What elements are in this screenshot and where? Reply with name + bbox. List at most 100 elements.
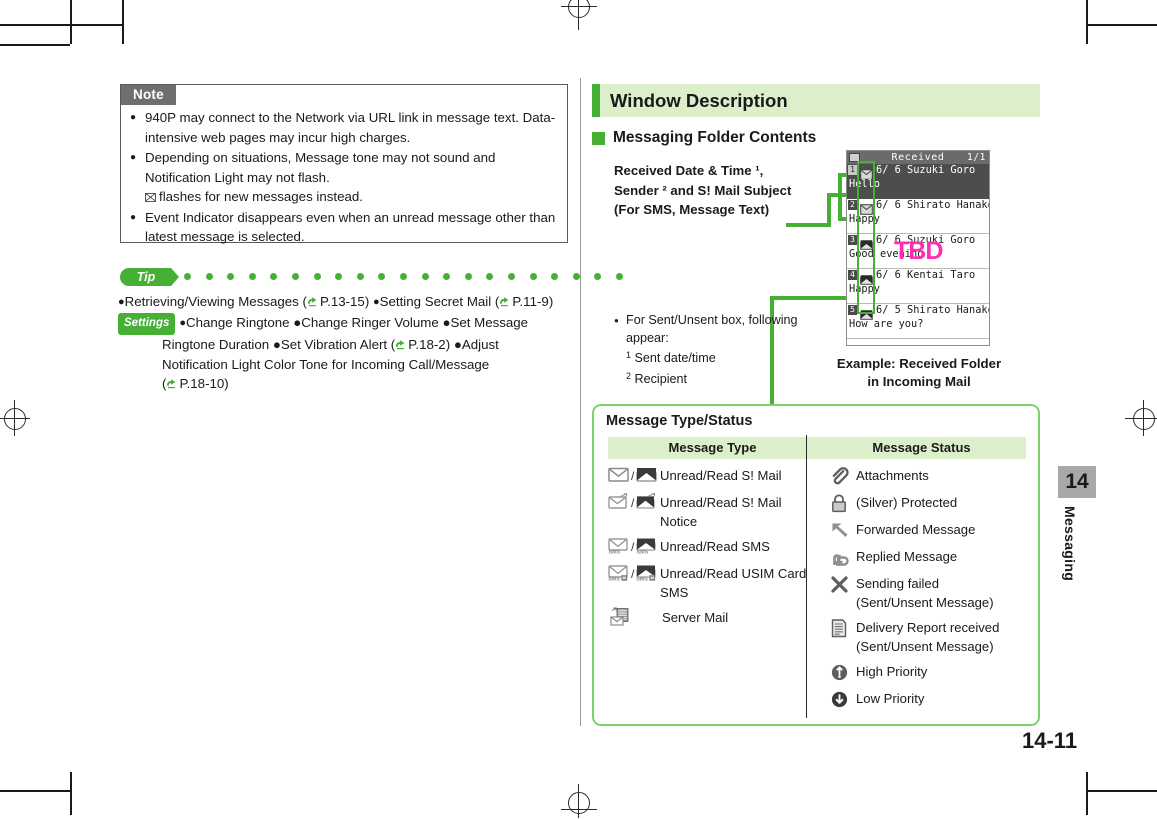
page-ref: P.18-2 <box>395 335 446 355</box>
note-item: ● Event Indicator disappears even when a… <box>130 208 562 247</box>
bullet-icon: ● <box>130 211 137 223</box>
bullet-icon: ● <box>118 296 125 308</box>
forward-arrow-icon <box>822 520 856 541</box>
sent-unsent-bullet-item: ● For Sent/Unsent box, following appear: <box>614 312 804 347</box>
message-type-label: Server Mail <box>662 610 729 625</box>
registration-mark-top <box>561 0 597 32</box>
crop-mark-top-left-v <box>70 0 72 44</box>
envelope-notice-outline-icon <box>608 493 629 514</box>
tip-line-3: Ringtone Duration ●Set Vibration Alert (… <box>118 335 570 355</box>
reply-arrow-icon <box>822 547 856 568</box>
message-type-label: Unread/Read S! Mail <box>660 468 782 483</box>
message-status-label: (Silver) Protected <box>856 495 958 510</box>
tip-line-4: Notification Light Color Tone for Incomi… <box>162 356 490 372</box>
page-ref-text: P.13-15 <box>319 294 365 309</box>
message-status-item: (Silver) Protected <box>822 493 1027 514</box>
svg-text:SMS: SMS <box>608 576 620 581</box>
leader-line-h3 <box>770 296 858 300</box>
note-item-text: Depending on situations, Message tone ma… <box>145 150 496 185</box>
message-status-item: Low Priority <box>822 689 1027 710</box>
note-item: ● Depending on situations, Message tone … <box>130 148 562 207</box>
message-status-label: Delivery Report received (Sent/Unsent Me… <box>856 620 1000 654</box>
low-priority-icon <box>822 689 856 710</box>
bracket-v <box>838 173 842 221</box>
message-status-item: Attachments <box>822 466 1027 487</box>
sent-unsent-footnote-1: 1 Sent date/time <box>614 347 804 368</box>
row-sender: 6/ 6 Shirato Hanako <box>876 199 990 211</box>
callout-received-date-sender: Received Date & Time ¹, Sender ² and S! … <box>614 161 814 220</box>
row-sender: 6/ 5 Shirato Hanako <box>876 304 990 316</box>
crop-mark-top-left-v2 <box>122 0 124 44</box>
example-caption-line-2: in Incoming Mail <box>867 374 971 389</box>
row-sender: 6/ 6 Kentai Taro <box>876 269 976 281</box>
message-status-label: Low Priority <box>856 691 925 706</box>
tip-text: ) <box>364 294 373 309</box>
slash-separator: / <box>631 540 635 554</box>
note-item-text: Event Indicator disappears even when an … <box>145 209 556 245</box>
row-number: 3 <box>848 235 857 245</box>
message-status-label: Replied Message <box>856 549 958 564</box>
tip-line-2: Settings ●Change Ringtone ●Change Ringer … <box>118 312 570 336</box>
page-ref-icon <box>499 296 512 307</box>
slash-separator: / <box>631 567 635 581</box>
message-type-status-header-row: Message Type Message Status <box>608 437 1026 459</box>
settings-badge: Settings <box>118 312 176 336</box>
column-divider <box>580 78 581 726</box>
sent-unsent-footnote-2: 2 Recipient <box>614 368 804 389</box>
message-type-item: / Unread/Read S! Mail Notice <box>608 492 808 531</box>
leader-line-h1 <box>786 223 831 227</box>
bullet-icon: ● <box>130 112 137 123</box>
row-number: 2 <box>848 200 857 210</box>
tip-text: ) <box>548 294 554 309</box>
envelope-notice-filled-icon <box>636 492 657 514</box>
message-type-item: Server Mail <box>608 606 808 631</box>
note-item-text: 940P may connect to the Network via URL … <box>145 110 556 145</box>
tip-text: ) ●Adjust <box>445 337 499 353</box>
message-status-list: Attachments (Silver) Protected Forwarded… <box>822 466 1027 716</box>
envelope-filled-icon <box>636 466 657 487</box>
footnote-marker-1: 1 <box>626 350 632 360</box>
page-ref-text: P.11-9 <box>512 294 549 309</box>
message-type-status-title: Message Type/Status <box>606 413 753 429</box>
slash-separator: / <box>631 496 635 510</box>
message-type-item: SMS / SMS Unread/Read USIM Card SMS <box>608 564 808 602</box>
sms-envelope-filled-icon: SMS <box>636 537 657 559</box>
message-status-label: Attachments <box>856 468 929 483</box>
note-list: ● 940P may connect to the Network via UR… <box>130 108 562 248</box>
page-title: Window Description <box>610 90 788 111</box>
crop-mark-top-left-h <box>0 24 70 26</box>
phone-page-indicator: 1/1 <box>967 152 986 163</box>
tip-text: Setting Secret Mail ( <box>379 294 500 309</box>
note-item: ● 940P may connect to the Network via UR… <box>130 108 562 147</box>
crop-mark-top-left-h3 <box>70 24 122 26</box>
usim-sms-filled-icon: SMS <box>636 564 657 586</box>
document-icon <box>822 618 856 639</box>
svg-text:SMS: SMS <box>609 549 621 554</box>
phone-title-text: Received <box>891 152 945 163</box>
example-caption-line-1: Example: Received Folder <box>836 356 1002 371</box>
tip-line-1: ●Retrieving/Viewing Messages (P.13-15) ●… <box>118 292 570 313</box>
page-ref-text: P.18-2 <box>408 337 446 353</box>
page-ref-icon <box>166 378 179 389</box>
messaging-folder-contents-subheading: Messaging Folder Contents <box>592 129 816 147</box>
high-priority-icon <box>822 662 856 683</box>
header-accent-bar <box>592 84 600 117</box>
crop-mark-bottom-left-h <box>0 790 70 792</box>
tbd-overlay-label: TBD <box>894 237 943 265</box>
bullet-icon: ● <box>614 316 619 325</box>
registration-mark-left <box>0 400 32 436</box>
message-type-item: / Unread/Read S! Mail <box>608 466 808 487</box>
row-number: 4 <box>848 270 857 280</box>
tip-label: Tip <box>120 268 179 286</box>
message-type-label: Unread/Read S! Mail Notice <box>660 495 782 529</box>
svg-text:SMS: SMS <box>637 576 649 581</box>
message-status-label: High Priority <box>856 664 928 679</box>
server-mail-icon <box>610 606 632 631</box>
page-ref: P.18-10 <box>166 374 224 394</box>
column-header-message-type: Message Type <box>608 437 817 459</box>
tip-text: Retrieving/Viewing Messages ( <box>124 294 307 309</box>
crop-mark-bottom-right-h <box>1086 790 1157 792</box>
slash-separator: / <box>631 469 635 483</box>
column-header-message-status: Message Status <box>817 437 1026 459</box>
message-status-label: Forwarded Message <box>856 522 976 537</box>
